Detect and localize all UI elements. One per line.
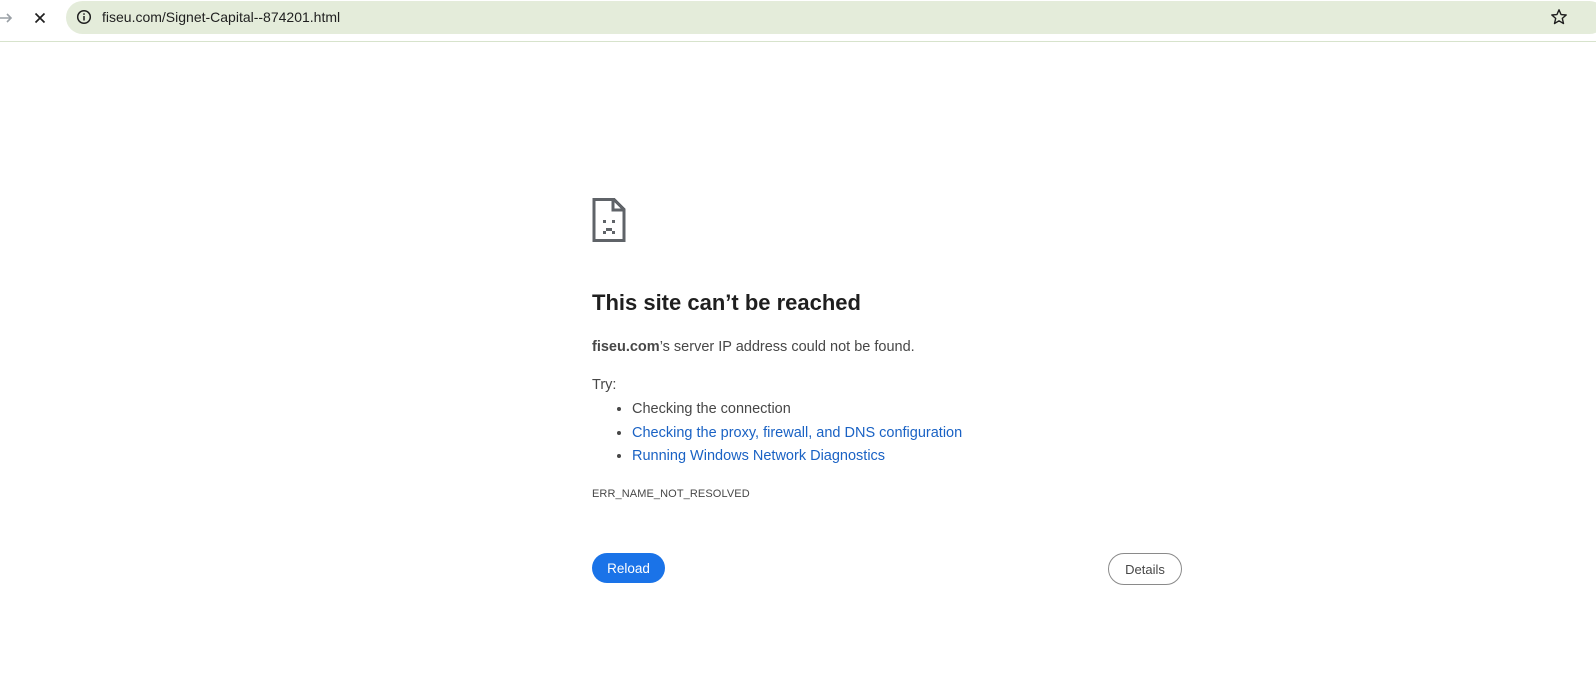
info-circle-icon (76, 9, 92, 25)
bookmark-button[interactable] (1550, 8, 1568, 26)
arrow-right-icon (0, 13, 13, 23)
error-title: This site can’t be reached (592, 290, 861, 315)
reload-button[interactable]: Reload (592, 553, 665, 583)
error-code: ERR_NAME_NOT_RESOLVED (592, 488, 750, 500)
url-text[interactable]: fiseu.com/Signet-Capital--874201.html (102, 9, 340, 25)
error-description: fiseu.com’s server IP address could not … (592, 337, 1192, 357)
suggestion-diagnostics-link[interactable]: Running Windows Network Diagnostics (632, 448, 885, 464)
close-icon (34, 12, 46, 24)
details-button[interactable]: Details (1108, 553, 1182, 585)
suggestion-list: Checking the connection Checking the pro… (592, 399, 1192, 466)
error-host: fiseu.com (592, 339, 660, 355)
error-content: This site can’t be reached fiseu.com’s s… (592, 198, 1192, 500)
suggestion-item: Running Windows Network Diagnostics (632, 446, 1192, 466)
suggestion-item: Checking the proxy, firewall, and DNS co… (632, 423, 1192, 443)
suggestion-check-connection: Checking the connection (632, 401, 791, 417)
forward-button[interactable] (0, 4, 20, 32)
error-message: ’s server IP address could not be found. (659, 339, 915, 355)
suggestion-proxy-link[interactable]: Checking the proxy, firewall, and DNS co… (632, 425, 962, 441)
try-label: Try: (592, 377, 617, 393)
suggestion-item: Checking the connection (632, 399, 1192, 419)
stop-loading-button[interactable] (26, 4, 54, 32)
address-bar[interactable]: fiseu.com/Signet-Capital--874201.html (66, 1, 1596, 34)
browser-toolbar: fiseu.com/Signet-Capital--874201.html (0, 0, 1596, 42)
sad-document-icon (592, 198, 626, 242)
site-info-button[interactable] (73, 6, 95, 28)
star-outline-icon (1551, 9, 1567, 25)
